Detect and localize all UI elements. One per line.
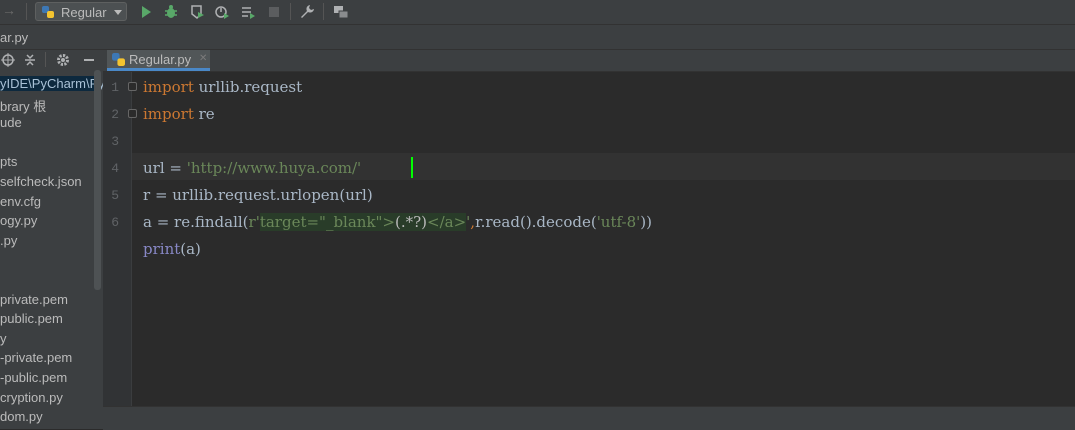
editor-tab-bar: Regular.py ✕ bbox=[103, 50, 1075, 72]
tree-item[interactable]: public.pem bbox=[0, 311, 94, 326]
tree-item[interactable]: yIDE\PyCharm\Py bbox=[0, 76, 103, 91]
coverage-icon[interactable] bbox=[189, 4, 205, 20]
tree-item[interactable]: private.pem bbox=[0, 292, 94, 307]
collapse-all-icon[interactable] bbox=[23, 53, 37, 67]
tree-item[interactable]: pts bbox=[0, 154, 94, 169]
line-number: 5 bbox=[111, 188, 119, 203]
tree-item[interactable]: y bbox=[0, 331, 94, 346]
tree-item[interactable]: env.cfg bbox=[0, 194, 94, 209]
tree-item[interactable]: -private.pem bbox=[0, 350, 94, 365]
gutter-divider bbox=[131, 72, 132, 406]
debug-icon[interactable] bbox=[163, 4, 179, 20]
stop-icon[interactable] bbox=[266, 4, 282, 20]
code-line-6[interactable]: a = re.findall(r'target="_blank">(.*?)</… bbox=[143, 213, 652, 231]
string-literal: 'http://www.huya.com/' bbox=[186, 159, 362, 177]
code-text: )) bbox=[640, 213, 652, 231]
breadcrumb-file[interactable]: ar.py bbox=[0, 30, 28, 45]
line-number: 3 bbox=[111, 134, 119, 149]
keyword: import bbox=[143, 105, 194, 123]
line-number: 1 bbox=[111, 80, 119, 95]
line-number: 6 bbox=[111, 215, 119, 230]
toolbar-separator bbox=[26, 3, 27, 20]
keyword: import bbox=[143, 78, 194, 96]
project-tool-window: yIDE\PyCharm\Py brary 根 ude pts selfcheck.js… bbox=[0, 50, 103, 429]
project-scrollbar[interactable] bbox=[94, 70, 101, 290]
hide-panel-icon[interactable] bbox=[82, 53, 96, 67]
tree-item[interactable]: ude bbox=[0, 115, 94, 130]
editor-gutter bbox=[103, 72, 131, 406]
tree-item[interactable]: selfcheck.json bbox=[0, 174, 94, 189]
line-number: 2 bbox=[111, 107, 119, 122]
tree-item[interactable]: cryption.py bbox=[0, 390, 94, 405]
code-line-1[interactable]: import urllib.request bbox=[143, 78, 302, 96]
project-panel-header bbox=[0, 50, 103, 70]
string-literal: 'utf-8' bbox=[596, 213, 641, 231]
code-text: r.read().decode( bbox=[475, 213, 597, 231]
code-text: url = bbox=[143, 159, 187, 177]
fold-close-marker[interactable] bbox=[128, 109, 137, 118]
regex-group: (.*?) bbox=[395, 213, 428, 231]
tree-item[interactable]: ogy.py bbox=[0, 213, 94, 228]
status-bar bbox=[103, 406, 1075, 430]
navigation-bar: ar.py bbox=[0, 25, 1075, 50]
code-line-4[interactable]: url = 'http://www.huya.com/' bbox=[143, 159, 361, 177]
profile-icon[interactable] bbox=[214, 4, 230, 20]
project-structure-icon[interactable] bbox=[333, 4, 349, 20]
locate-target-icon[interactable] bbox=[1, 53, 15, 67]
code-text: urllib.request bbox=[193, 78, 303, 96]
run-configuration-label: Regular bbox=[61, 5, 107, 20]
text-caret bbox=[411, 157, 413, 178]
builtin-function: print bbox=[143, 240, 181, 258]
tree-item[interactable]: brary 根 bbox=[0, 96, 94, 115]
code-line-2[interactable]: import re bbox=[143, 105, 215, 123]
line-number: 4 bbox=[111, 161, 119, 176]
python-file-icon bbox=[112, 53, 125, 66]
code-line-5[interactable]: r = urllib.request.urlopen(url) bbox=[143, 186, 373, 204]
tree-item[interactable]: -public.pem bbox=[0, 370, 94, 385]
tab-label: Regular.py bbox=[129, 52, 192, 67]
settings-wrench-icon[interactable] bbox=[299, 4, 315, 20]
gear-icon[interactable] bbox=[56, 53, 70, 67]
run-icon[interactable] bbox=[138, 4, 154, 20]
string-prefix: r' bbox=[248, 213, 260, 231]
toolbar-separator bbox=[323, 3, 324, 20]
run-configuration-dropdown[interactable]: Regular bbox=[35, 2, 127, 21]
concurrency-icon[interactable] bbox=[240, 4, 256, 20]
regex-fragment: </a> bbox=[427, 213, 467, 231]
close-icon[interactable]: ✕ bbox=[199, 53, 207, 64]
tree-item[interactable]: dom.py bbox=[0, 409, 94, 424]
tab-regular-py[interactable]: Regular.py ✕ bbox=[107, 50, 210, 71]
code-line-7[interactable]: print(a) bbox=[143, 240, 201, 258]
header-separator bbox=[45, 52, 46, 67]
main-toolbar: → Regular bbox=[0, 0, 1075, 25]
chevron-down-icon bbox=[114, 10, 122, 15]
toolbar-separator bbox=[290, 3, 291, 20]
regex-fragment: target="_blank"> bbox=[259, 213, 396, 231]
code-text: r = urllib.request.urlopen(url) bbox=[143, 186, 373, 204]
python-file-icon bbox=[42, 6, 54, 18]
code-text: (a) bbox=[180, 240, 201, 258]
fold-open-marker[interactable] bbox=[128, 82, 137, 91]
back-arrow-icon[interactable]: → bbox=[2, 2, 16, 18]
code-text: re bbox=[193, 105, 215, 123]
code-text: a = re.findall( bbox=[143, 213, 249, 231]
tree-item[interactable]: .py bbox=[0, 233, 94, 248]
